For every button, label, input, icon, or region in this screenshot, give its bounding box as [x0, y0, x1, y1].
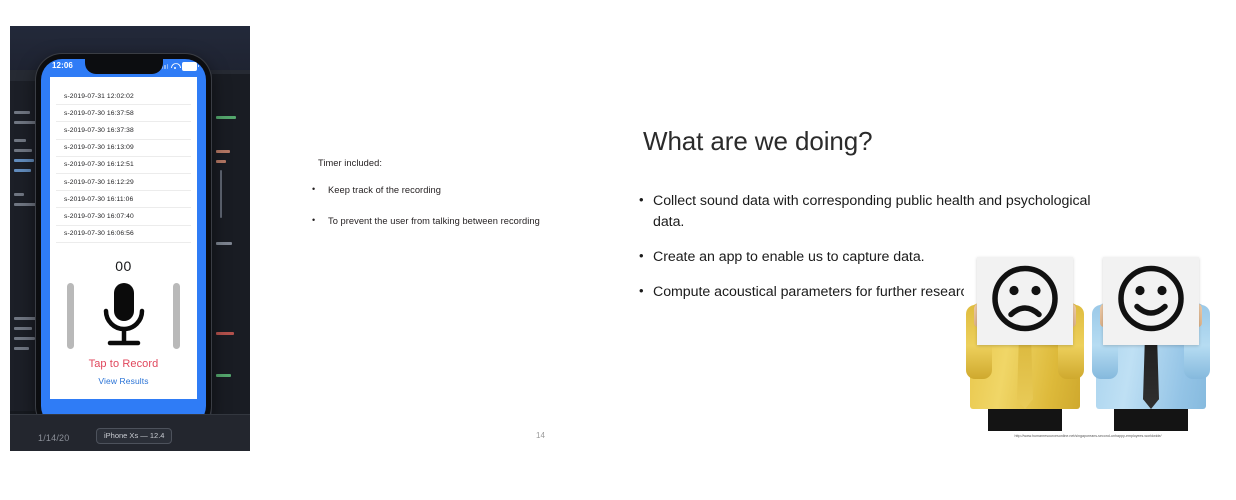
- list-item[interactable]: s-2019-07-30 16:06:56: [56, 226, 191, 243]
- slide-left-text-block: Timer included: Keep track of the record…: [310, 158, 575, 246]
- phone-screen: 12:06 s-2019-07-31 12:02:02 s-2019-07-30…: [41, 59, 206, 427]
- notch: [84, 59, 163, 74]
- happy-face-icon: [1115, 263, 1187, 340]
- photo-credit-url: http://www.humanresourcesonline.net/sing…: [1014, 434, 1162, 438]
- status-bar-indicators: [159, 62, 199, 71]
- timer-value: 00: [115, 258, 132, 274]
- recordings-list[interactable]: s-2019-07-31 12:02:02 s-2019-07-30 16:37…: [50, 88, 197, 243]
- list-item[interactable]: s-2019-07-30 16:37:58: [56, 105, 191, 123]
- ide-date-label: 1/14/20: [38, 433, 70, 443]
- record-control-area[interactable]: [50, 277, 197, 355]
- list-item[interactable]: s-2019-07-30 16:12:29: [56, 174, 191, 192]
- device-label-chip: iPhone Xs — 12.4: [96, 428, 173, 444]
- iphone-device-frame: 12:06 s-2019-07-31 12:02:02 s-2019-07-30…: [36, 54, 211, 432]
- sad-face-icon: [989, 263, 1061, 340]
- list-item[interactable]: s-2019-07-30 16:07:40: [56, 208, 191, 226]
- sad-face-sign: [977, 257, 1073, 345]
- tap-to-record-button[interactable]: Tap to Record: [50, 358, 197, 370]
- page-number: 14: [536, 431, 545, 440]
- microphone-icon[interactable]: [96, 279, 152, 358]
- list-item[interactable]: s-2019-07-30 16:11:06: [56, 191, 191, 209]
- list-item[interactable]: s-2019-07-30 16:13:09: [56, 140, 191, 157]
- bullet-item: Collect sound data with corresponding pu…: [639, 190, 1109, 233]
- bullet-item: Keep track of the recording: [310, 183, 575, 197]
- level-meter-left: [67, 283, 74, 349]
- list-item[interactable]: s-2019-07-30 16:37:38: [56, 122, 191, 140]
- page-title: What are we doing?: [643, 126, 873, 156]
- status-bar-time: 12:06: [52, 61, 73, 70]
- simulator-screenshot: 12:06 s-2019-07-31 12:02:02 s-2019-07-30…: [10, 26, 250, 451]
- bullet-item: To prevent the user from talking between…: [310, 214, 575, 228]
- happy-face-sign: [1103, 257, 1199, 345]
- slide-left: 12:06 s-2019-07-31 12:02:02 s-2019-07-30…: [10, 26, 575, 451]
- stock-photo-two-people: [964, 241, 1212, 431]
- person-happy: [1092, 251, 1210, 431]
- battery-icon: [182, 62, 199, 71]
- person-sad: [966, 251, 1084, 431]
- slide-right: What are we doing? Collect sound data wi…: [597, 26, 1225, 451]
- wifi-icon: [171, 63, 179, 70]
- app-content: s-2019-07-31 12:02:02 s-2019-07-30 16:37…: [50, 77, 197, 399]
- ide-editor-pane: [211, 74, 250, 451]
- level-meter-right: [173, 283, 180, 349]
- timer-included-label: Timer included:: [318, 158, 382, 168]
- list-item[interactable]: s-2019-07-31 12:02:02: [56, 88, 191, 106]
- list-item[interactable]: s-2019-07-30 16:12:51: [56, 157, 191, 174]
- view-results-link[interactable]: View Results: [50, 376, 197, 386]
